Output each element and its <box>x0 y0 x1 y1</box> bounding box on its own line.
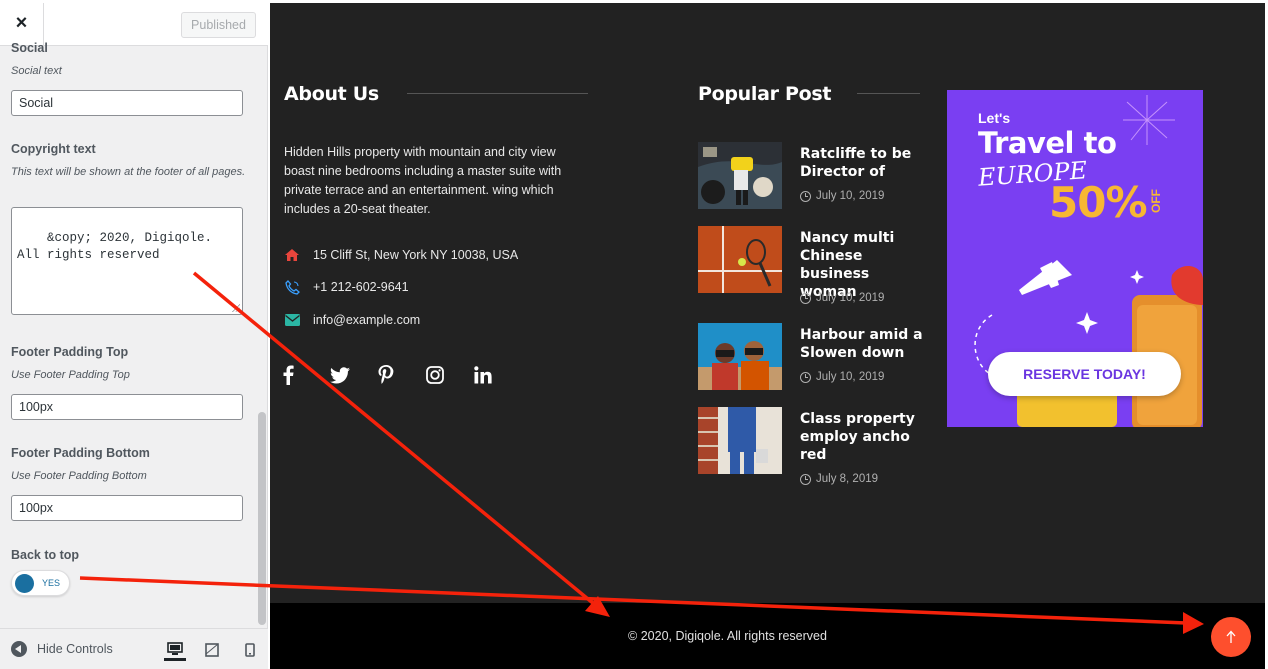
post-date: July 10, 2019 <box>800 190 884 202</box>
tablet-icon <box>205 643 219 657</box>
back-to-top-button[interactable] <box>1211 617 1251 657</box>
desktop-icon <box>167 641 183 655</box>
hide-controls-label: Hide Controls <box>37 642 113 656</box>
published-button[interactable]: Published <box>181 12 256 38</box>
about-title-divider <box>407 93 588 94</box>
clock-icon <box>800 292 811 304</box>
post-date-text: July 8, 2019 <box>816 473 879 485</box>
popular-post-title: Popular Post <box>698 83 832 105</box>
about-us-title: About Us <box>284 83 379 105</box>
padding-bottom-heading: Footer Padding Bottom <box>11 446 150 460</box>
copyright-description: This text will be shown at the footer of… <box>11 166 246 178</box>
copyright-textarea[interactable]: &copy; 2020, Digiqole. All rights reserv… <box>11 207 243 315</box>
post-item[interactable]: Ratcliffe to be Director of July 10, 201… <box>698 142 938 210</box>
copyright-text: © 2020, Digiqole. All rights reserved <box>628 629 827 643</box>
contact-email: info@example.com <box>284 312 420 328</box>
post-item[interactable]: Harbour amid a Slowen down July 10, 2019 <box>698 323 938 391</box>
post-date: July 10, 2019 <box>800 292 884 304</box>
padding-top-input[interactable]: 100px <box>11 394 243 420</box>
email-icon <box>284 312 300 328</box>
device-desktop-button[interactable] <box>164 639 186 661</box>
ad-lets-text: Let's <box>978 110 1011 126</box>
device-mobile-button[interactable] <box>239 639 261 661</box>
post-date-text: July 10, 2019 <box>816 292 885 304</box>
instagram-icon[interactable] <box>426 363 474 387</box>
post-title[interactable]: Class property employ ancho red <box>800 410 930 464</box>
site-preview-footer: About Us Hidden Hills property with moun… <box>270 3 1265 669</box>
facebook-icon[interactable] <box>282 363 330 387</box>
ad-travel-text: Travel to <box>978 126 1117 160</box>
clock-icon <box>800 473 811 485</box>
post-thumbnail[interactable] <box>698 407 782 474</box>
sidebar-scrollbar[interactable] <box>258 412 266 625</box>
footer-bottom-bar: © 2020, Digiqole. All rights reserved <box>270 603 1265 669</box>
social-icons <box>282 363 522 387</box>
resize-grip-icon[interactable] <box>232 304 240 312</box>
post-date-text: July 10, 2019 <box>816 371 885 383</box>
post-thumbnail[interactable] <box>698 142 782 209</box>
twitter-icon[interactable] <box>330 363 378 387</box>
back-to-top-heading: Back to top <box>11 548 80 562</box>
post-date: July 10, 2019 <box>800 371 884 383</box>
post-date: July 8, 2019 <box>800 473 878 485</box>
copyright-textarea-value: &copy; 2020, Digiqole. All rights reserv… <box>17 231 220 262</box>
post-item[interactable]: Class property employ ancho red July 8, … <box>698 407 938 485</box>
sidebar-footer: Hide Controls <box>0 628 268 669</box>
phone-text: +1 212-602-9641 <box>313 280 409 294</box>
phone-icon <box>284 279 300 295</box>
reserve-today-button[interactable]: RESERVE TODAY! <box>988 352 1181 396</box>
post-date-text: July 10, 2019 <box>816 190 885 202</box>
padding-top-heading: Footer Padding Top <box>11 345 129 359</box>
post-thumbnail[interactable] <box>698 226 782 293</box>
pinterest-icon[interactable] <box>378 363 426 387</box>
copyright-heading: Copyright text <box>11 142 96 156</box>
travel-ad-banner[interactable]: Let's Travel to EUROPE 50% OFF RESERVE T… <box>947 90 1203 427</box>
post-item[interactable]: Nancy multi Chinese business woman July … <box>698 226 938 304</box>
social-description: Social text <box>11 65 62 77</box>
contact-address: 15 Cliff St, New York NY 10038, USA <box>284 247 518 263</box>
device-tablet-button[interactable] <box>201 639 223 661</box>
clock-icon <box>800 190 811 202</box>
post-thumbnail[interactable] <box>698 323 782 390</box>
padding-top-description: Use Footer Padding Top <box>11 369 130 381</box>
post-title[interactable]: Ratcliffe to be Director of <box>800 145 930 181</box>
social-heading: Social <box>11 41 48 55</box>
customizer-sidebar: × Published Social Social text Social Co… <box>0 0 268 669</box>
toggle-knob <box>15 574 34 593</box>
padding-bottom-input[interactable]: 100px <box>11 495 243 521</box>
post-title[interactable]: Nancy multi Chinese business woman <box>800 229 930 301</box>
ad-discount-text: 50% <box>1049 178 1148 227</box>
linkedin-icon[interactable] <box>474 363 522 387</box>
mobile-icon <box>245 643 255 657</box>
close-button[interactable]: × <box>0 0 44 46</box>
address-text: 15 Cliff St, New York NY 10038, USA <box>313 248 519 262</box>
sidebar-header: × Published <box>0 0 268 46</box>
hide-controls-button[interactable]: Hide Controls <box>11 641 113 657</box>
arrow-up-icon <box>1226 630 1236 643</box>
toggle-text: YES <box>42 578 61 588</box>
contact-phone: +1 212-602-9641 <box>284 279 409 295</box>
back-to-top-toggle[interactable]: YES <box>11 570 70 596</box>
email-text: info@example.com <box>313 313 421 327</box>
popular-title-divider <box>857 93 920 94</box>
post-title[interactable]: Harbour amid a Slowen down <box>800 326 930 362</box>
collapse-arrow-icon <box>11 641 27 657</box>
clock-icon <box>800 371 811 383</box>
home-icon <box>284 247 300 263</box>
ad-off-text: OFF <box>1149 189 1163 213</box>
padding-bottom-description: Use Footer Padding Bottom <box>11 470 147 482</box>
about-text: Hidden Hills property with mountain and … <box>284 145 562 216</box>
social-text-input[interactable]: Social <box>11 90 243 116</box>
